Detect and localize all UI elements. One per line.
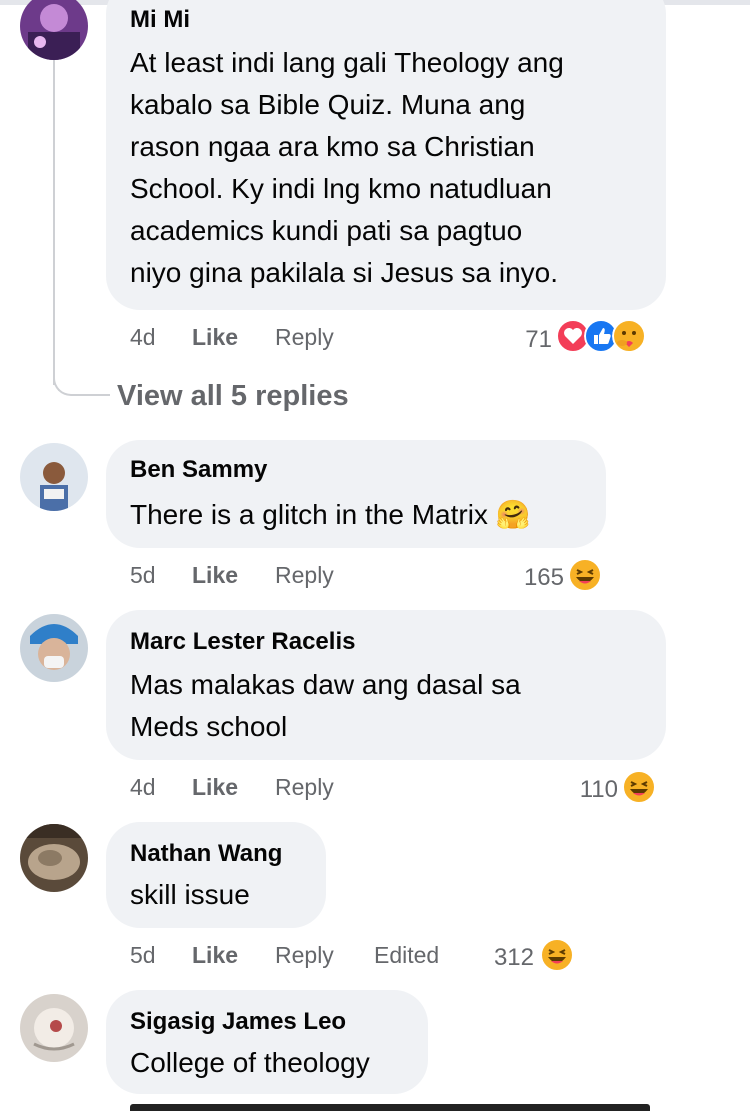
comment-text-line: There is a glitch in the Matrix 🤗 (130, 499, 531, 530)
avatar[interactable] (20, 824, 88, 892)
attached-media-preview[interactable] (130, 1104, 650, 1111)
comment-timestamp[interactable]: 4d (130, 324, 156, 351)
haha-reaction-icon[interactable] (568, 558, 602, 592)
comment-timestamp[interactable]: 4d (130, 774, 156, 801)
comment-text-line: kabalo sa Bible Quiz. Muna ang (130, 89, 526, 120)
reply-button[interactable]: Reply (275, 942, 334, 969)
comment-author[interactable]: Ben Sammy (130, 456, 267, 484)
reaction-count[interactable]: 312 (474, 944, 534, 972)
comment-bubble: Sigasig James Leo College of theology (106, 990, 428, 1094)
comment-text: At least indi lang gali Theology ang kab… (130, 42, 564, 294)
comment-bubble: Nathan Wang skill issue (106, 822, 326, 928)
comment-bubble: Ben Sammy There is a glitch in the Matri… (106, 440, 606, 548)
comment-author[interactable]: Nathan Wang (130, 840, 282, 868)
like-button[interactable]: Like (192, 942, 238, 969)
comment-bubble: Marc Lester Racelis Mas malakas daw ang … (106, 610, 666, 760)
comment-author[interactable]: Sigasig James Leo (130, 1008, 346, 1036)
comment-author[interactable]: Mi Mi (130, 6, 190, 34)
avatar[interactable] (20, 443, 88, 511)
reaction-icons[interactable] (556, 318, 666, 354)
comment-text-line: Mas malakas daw ang dasal sa (130, 669, 521, 700)
haha-reaction-icon[interactable] (540, 938, 574, 972)
comment-text-line: College of theology (130, 1047, 370, 1078)
comment-text: College of theology (130, 1042, 370, 1084)
view-replies-link[interactable]: View all 5 replies (117, 380, 349, 413)
reply-button[interactable]: Reply (275, 562, 334, 589)
comment-bubble: Mi Mi At least indi lang gali Theology a… (106, 0, 666, 310)
reply-button[interactable]: Reply (275, 774, 334, 801)
care-reaction-icon (612, 319, 646, 353)
comment-text-line: skill issue (130, 879, 250, 910)
haha-reaction-icon[interactable] (622, 770, 656, 804)
avatar[interactable] (20, 0, 88, 60)
edited-label[interactable]: Edited (374, 942, 439, 969)
like-button[interactable]: Like (192, 324, 238, 351)
comment-text: skill issue (130, 874, 250, 916)
reaction-count[interactable]: 110 (556, 776, 618, 804)
comment-timestamp[interactable]: 5d (130, 942, 156, 969)
like-button[interactable]: Like (192, 774, 238, 801)
comment-text-line: niyo gina pakilala si Jesus sa inyo. (130, 257, 559, 288)
reply-thread-connector (53, 370, 110, 396)
comment-text: Mas malakas daw ang dasal sa Meds school (130, 664, 521, 748)
comment-text: There is a glitch in the Matrix 🤗 (130, 494, 531, 536)
comment-text-line: Meds school (130, 711, 288, 742)
reply-thread-line (53, 60, 55, 385)
comment-text-line: academics kundi pati sa pagtuo (130, 215, 523, 246)
like-button[interactable]: Like (192, 562, 238, 589)
comment-timestamp[interactable]: 5d (130, 562, 156, 589)
reply-button[interactable]: Reply (275, 324, 334, 351)
comment-text-line: At least indi lang gali Theology ang (130, 47, 564, 78)
comment-author[interactable]: Marc Lester Racelis (130, 628, 355, 656)
comment-text-line: School. Ky indi lng kmo natudluan (130, 173, 552, 204)
reaction-count[interactable]: 165 (500, 564, 564, 592)
avatar[interactable] (20, 994, 88, 1062)
comment-text-line: rason ngaa ara kmo sa Christian (130, 131, 535, 162)
avatar[interactable] (20, 614, 88, 682)
reaction-count[interactable]: 71 (500, 326, 552, 354)
